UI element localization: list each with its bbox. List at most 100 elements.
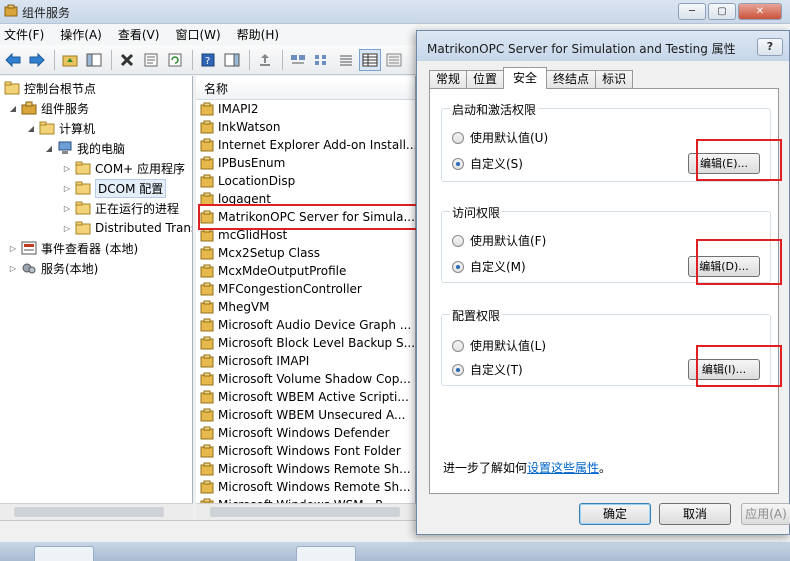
collapse-arrow-icon[interactable]: ▷ <box>62 224 72 233</box>
expand-arrow-icon[interactable]: ◢ <box>8 104 18 113</box>
action-pane-button[interactable] <box>221 49 243 71</box>
collapse-arrow-icon[interactable]: ▷ <box>62 184 72 193</box>
list-item[interactable]: Microsoft Block Level Backup S... <box>200 334 415 352</box>
tree-item-dtc[interactable]: ▷ Distributed Transaction Coordinator <box>62 218 192 238</box>
back-button[interactable] <box>2 49 24 71</box>
list-item[interactable]: MhegVM <box>200 298 415 316</box>
list-item[interactable]: Microsoft IMAPI <box>200 352 415 370</box>
dialog-help-button[interactable]: ? <box>757 38 783 56</box>
upload-button[interactable] <box>254 49 276 71</box>
scroll-thumb[interactable] <box>14 507 164 517</box>
tree-horizontal-scrollbar[interactable] <box>0 503 193 520</box>
tree-item-event-viewer[interactable]: ▷ 事件查看器 (本地) <box>8 238 138 258</box>
list-view-button[interactable] <box>335 49 357 71</box>
menu-window[interactable]: 窗口(W) <box>167 26 228 43</box>
customize-view-button[interactable] <box>383 49 405 71</box>
delete-button[interactable] <box>116 49 138 71</box>
refresh-button[interactable] <box>164 49 186 71</box>
properties-button[interactable] <box>140 49 162 71</box>
list-horizontal-scrollbar[interactable] <box>196 503 416 520</box>
list-item[interactable]: Mcx2Setup Class <box>200 244 415 262</box>
config-default-radio-row[interactable]: 使用默认值(L) <box>452 337 546 354</box>
tree-item-component-services[interactable]: ◢ 组件服务 <box>8 98 89 118</box>
menu-file[interactable]: 文件(F) <box>0 26 52 43</box>
menu-view[interactable]: 查看(V) <box>110 26 168 43</box>
tree-item-console-root[interactable]: 控制台根节点 <box>4 78 96 98</box>
apply-button[interactable]: 应用(A) <box>741 503 790 525</box>
show-hide-tree-button[interactable] <box>83 49 105 71</box>
collapse-arrow-icon[interactable]: ▷ <box>8 244 18 253</box>
dcom-app-icon <box>200 354 214 368</box>
list-item[interactable]: Microsoft Windows Remote Sh... <box>200 460 415 478</box>
list-item-label: mcGlidHost <box>218 228 288 242</box>
taskbar-tab[interactable] <box>34 546 94 561</box>
list-item[interactable]: McxMdeOutputProfile <box>200 262 415 280</box>
close-button[interactable]: ✕ <box>738 3 782 20</box>
ok-button[interactable]: 确定 <box>579 503 651 525</box>
tree-item-computers[interactable]: ◢ 计算机 <box>26 118 95 138</box>
learn-more-link[interactable]: 设置这些属性 <box>527 461 599 475</box>
tree-item-com-plus-apps[interactable]: ▷ COM+ 应用程序 <box>62 158 185 178</box>
column-header-name[interactable]: 名称 <box>196 80 415 100</box>
collapse-arrow-icon[interactable]: ▷ <box>62 164 72 173</box>
list-item-label: Microsoft Block Level Backup S... <box>218 336 415 350</box>
list-item[interactable]: Microsoft Volume Shadow Cop... <box>200 370 415 388</box>
access-custom-radio-row[interactable]: 自定义(M) <box>452 258 526 275</box>
list-item[interactable]: Microsoft Audio Device Graph ... <box>200 316 415 334</box>
list-item[interactable]: Microsoft WBEM Unsecured A... <box>200 406 415 424</box>
launch-default-radio-row[interactable]: 使用默认值(U) <box>452 129 548 146</box>
list-item-label: Internet Explorer Add-on Install... <box>218 138 415 152</box>
console-tree-icon <box>86 53 102 66</box>
list-item-label: Microsoft Windows Defender <box>218 426 390 440</box>
list-item[interactable]: MFCongestionController <box>200 280 415 298</box>
minimize-button[interactable]: ─ <box>678 3 706 20</box>
config-default-radio[interactable] <box>452 339 464 352</box>
access-default-radio[interactable] <box>452 234 464 247</box>
launch-custom-radio-row[interactable]: 自定义(S) <box>452 155 523 172</box>
tab-endpoints[interactable]: 终结点 <box>546 70 597 89</box>
access-default-radio-row[interactable]: 使用默认值(F) <box>452 232 546 249</box>
tab-location[interactable]: 位置 <box>466 70 505 89</box>
expand-arrow-icon[interactable]: ◢ <box>44 144 54 153</box>
list-item[interactable]: IPBusEnum <box>200 154 415 172</box>
menu-action[interactable]: 操作(A) <box>52 26 110 43</box>
tree-item-running-processes[interactable]: ▷ 正在运行的进程 <box>62 198 179 218</box>
list-item[interactable]: Internet Explorer Add-on Install... <box>200 136 415 154</box>
list-item[interactable]: Microsoft WBEM Active Scripti... <box>200 388 415 406</box>
forward-button[interactable] <box>26 49 48 71</box>
list-item-label: IPBusEnum <box>218 156 286 170</box>
tab-security[interactable]: 安全 <box>503 67 548 89</box>
list-item[interactable]: InkWatson <box>200 118 415 136</box>
help-button[interactable]: ? <box>197 49 219 71</box>
access-custom-radio[interactable] <box>452 260 464 273</box>
list-item[interactable]: Microsoft Windows Font Folder <box>200 442 415 460</box>
up-level-button[interactable] <box>59 49 81 71</box>
tree-item-my-computer[interactable]: ◢ 我的电脑 <box>44 138 125 158</box>
launch-custom-radio[interactable] <box>452 157 464 170</box>
taskbar-tab[interactable] <box>296 546 356 561</box>
tree-item-services[interactable]: ▷ 服务(本地) <box>8 258 98 278</box>
large-icons-button[interactable] <box>287 49 309 71</box>
config-custom-radio[interactable] <box>452 363 464 376</box>
scroll-thumb[interactable] <box>210 507 400 517</box>
list-item[interactable]: IMAPI2 <box>200 100 415 118</box>
tree-item-dcom-config[interactable]: ▷ DCOM 配置 <box>62 178 167 198</box>
list-item[interactable]: Microsoft Windows Defender <box>200 424 415 442</box>
tab-general[interactable]: 常规 <box>429 70 468 89</box>
collapse-arrow-icon[interactable]: ▷ <box>8 264 18 273</box>
list-item[interactable]: Microsoft Windows Remote Sh... <box>200 478 415 496</box>
maximize-button[interactable]: ▢ <box>708 3 736 20</box>
folder-icon <box>75 221 91 235</box>
menu-help[interactable]: 帮助(H) <box>229 26 287 43</box>
expand-arrow-icon[interactable]: ◢ <box>26 124 36 133</box>
detail-view-button[interactable] <box>359 48 381 71</box>
collapse-arrow-icon[interactable]: ▷ <box>62 204 72 213</box>
config-custom-radio-row[interactable]: 自定义(T) <box>452 361 523 378</box>
list-item[interactable]: LocationDisp <box>200 172 415 190</box>
launch-default-radio[interactable] <box>452 131 464 144</box>
cancel-button[interactable]: 取消 <box>659 503 731 525</box>
list-item-label: MFCongestionController <box>218 282 362 296</box>
small-icons-button[interactable] <box>311 49 333 71</box>
tab-identity[interactable]: 标识 <box>595 70 634 89</box>
group-title: 配置权限 <box>450 307 503 324</box>
